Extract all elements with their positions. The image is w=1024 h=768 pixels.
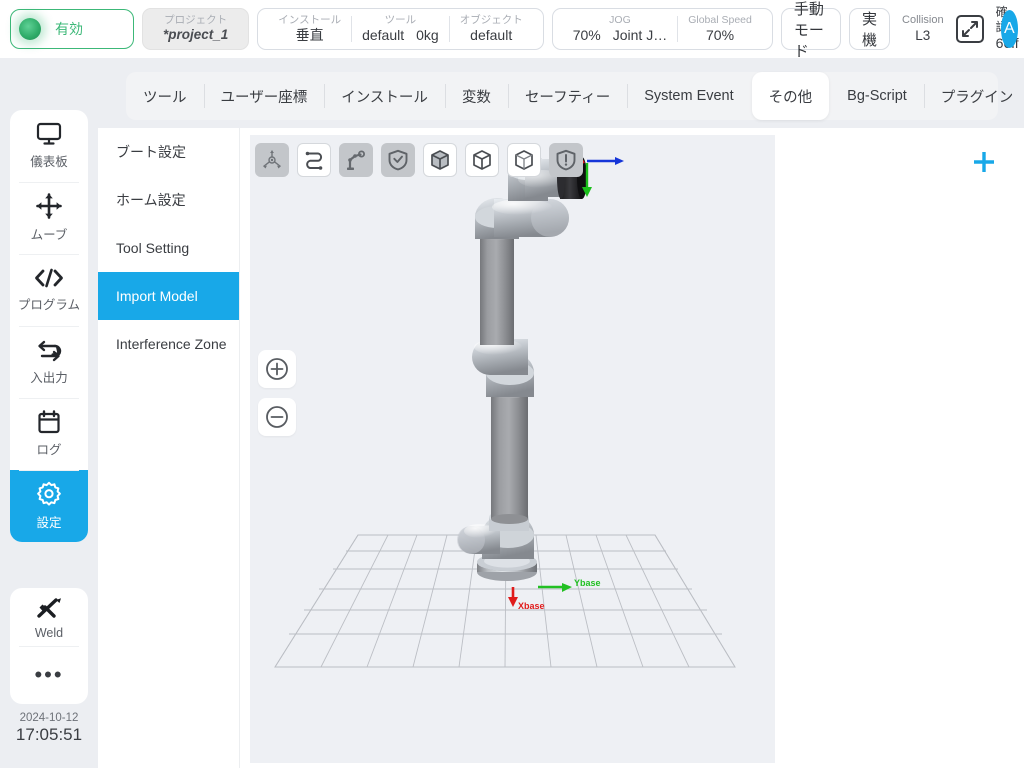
global-speed-value: 70% [706, 26, 735, 43]
add-model-button[interactable] [964, 142, 1004, 182]
axes-tripod-icon[interactable] [255, 143, 289, 177]
sidebar-item-more[interactable]: ••• [10, 646, 88, 704]
tab-tool[interactable]: ツール [126, 72, 204, 120]
io-swap-icon [36, 338, 62, 362]
gear-icon [36, 481, 62, 507]
global-speed-caption: Global Speed [688, 13, 752, 26]
tab-plugin[interactable]: プラグイン [923, 72, 1024, 120]
y-base-label: Ybase [574, 578, 601, 588]
weld-torch-icon [34, 595, 64, 621]
sidebar-item-label: 設定 [36, 516, 62, 530]
settings-subnav: ブート設定 ホーム設定 Tool Setting Import Model In… [98, 128, 240, 768]
tool-payload: 0kg [416, 26, 439, 43]
robot-3d-scene: Ybase Xbase [274, 149, 736, 668]
trajectory-path-icon[interactable] [297, 143, 331, 177]
clock-date: 2024-10-12 [19, 712, 79, 724]
project-chip[interactable]: プロジェクト *project_1 [142, 8, 250, 50]
real-machine-button[interactable]: 実機 [849, 8, 891, 50]
top-status-bar: 有効 プロジェクト *project_1 インストール 垂直 ツール defau… [0, 0, 1024, 60]
viewer-zoom-controls [258, 350, 296, 436]
content-panel: ブート設定 ホーム設定 Tool Setting Import Model In… [98, 128, 1024, 768]
sidebar-item-move[interactable]: ムーブ [10, 182, 88, 254]
robot-status-pill[interactable]: 有効 [10, 9, 134, 49]
tab-other[interactable]: その他 [751, 72, 830, 120]
zoom-in-icon[interactable] [258, 350, 296, 388]
cube-outline-icon[interactable] [507, 143, 541, 177]
project-caption: プロジェクト [164, 14, 228, 26]
sidebar-item-label: ログ [36, 443, 62, 457]
object-value: default [470, 26, 513, 43]
tab-variables[interactable]: 変数 [444, 72, 508, 120]
viewer-toolbar [255, 143, 583, 177]
tool-value: default [362, 26, 405, 43]
sidebar-item-io[interactable]: 入出力 [10, 326, 88, 398]
move-arrows-icon [36, 193, 62, 219]
install-caption: インストール [278, 13, 342, 26]
jog-caption: JOG [609, 13, 631, 26]
monitor-icon [36, 122, 62, 146]
clock: 2024-10-12 17:05:51 [10, 712, 88, 745]
collision-value: L3 [915, 28, 931, 44]
sidebar-item-label: 儀表板 [30, 155, 68, 169]
cube-shaded-icon[interactable] [423, 143, 457, 177]
x-base-label: Xbase [518, 601, 545, 611]
plus-icon [974, 152, 994, 172]
subnav-item-home-settings[interactable]: ホーム設定 [98, 176, 239, 224]
shield-check-icon[interactable] [381, 143, 415, 177]
more-icon: ••• [34, 662, 64, 687]
subnav-item-import-model[interactable]: Import Model [98, 272, 239, 320]
object-caption: オブジェクト [459, 13, 523, 26]
collision-caption: Collision [902, 14, 944, 27]
calendar-icon [37, 410, 61, 434]
expand-icon[interactable] [955, 15, 984, 43]
collision-indicator: Collision L3 [898, 13, 948, 45]
robot-arm-model [457, 154, 587, 581]
install-value: 垂直 [295, 26, 324, 43]
subnav-item-interference-zone[interactable]: Interference Zone [98, 320, 239, 368]
manual-mode-button[interactable]: 手動モード [780, 1, 841, 60]
model-3d-viewport[interactable]: Ybase Xbase [250, 135, 775, 763]
robot-arm-icon[interactable] [339, 143, 373, 177]
app-root: 有効 プロジェクト *project_1 インストール 垂直 ツール defau… [0, 0, 1024, 768]
install-tool-object-chip[interactable]: インストール 垂直 ツール default 0kg オブジェクト default [257, 8, 544, 50]
tool-caption: ツール [384, 13, 417, 26]
avatar[interactable]: A [1000, 10, 1018, 48]
main-sidebar: 儀表板 ムーブ プログラム 入出力 ログ 設定 [10, 110, 88, 542]
tab-system-event[interactable]: System Event [627, 72, 750, 120]
sidebar-item-label: ムーブ [30, 228, 68, 242]
sidebar-item-settings[interactable]: 設定 [10, 470, 88, 542]
jog-mode-value: Joint J… [612, 26, 668, 43]
zoom-out-icon[interactable] [258, 398, 296, 436]
project-name: *project_1 [163, 27, 229, 43]
shield-warning-icon[interactable] [549, 143, 583, 177]
base-axis-frame: Ybase Xbase [508, 578, 601, 611]
sidebar-item-label: 入出力 [30, 371, 68, 385]
sidebar-item-label: プログラム [17, 298, 81, 312]
settings-tab-bar: ツール ユーザー座標 インストール 変数 セーフティー System Event… [126, 72, 1013, 120]
secondary-sidebar: Weld ••• [10, 588, 88, 704]
tab-user-coord[interactable]: ユーザー座標 [203, 72, 325, 120]
sidebar-item-log[interactable]: ログ [10, 398, 88, 470]
jog-speed-chip[interactable]: JOG 70% Joint J… Global Speed 70% [551, 8, 773, 50]
cube-wireframe-icon[interactable] [465, 143, 499, 177]
sidebar-item-label: Weld [34, 625, 64, 640]
clock-time: 17:05:51 [15, 725, 83, 744]
tab-install[interactable]: インストール [324, 72, 445, 120]
sidebar-item-dashboard[interactable]: 儀表板 [10, 110, 88, 182]
jog-speed-value: 70% [572, 26, 601, 43]
status-dot-icon [19, 18, 41, 40]
sidebar-item-program[interactable]: プログラム [10, 254, 88, 326]
subnav-item-boot-settings[interactable]: ブート設定 [98, 128, 239, 176]
tab-safety[interactable]: セーフティー [507, 72, 627, 120]
tab-bg-script[interactable]: Bg-Script [830, 72, 924, 120]
subnav-item-tool-setting[interactable]: Tool Setting [98, 224, 239, 272]
status-label: 有効 [55, 21, 83, 37]
sidebar-item-weld[interactable]: Weld [10, 588, 88, 646]
code-icon [34, 267, 64, 289]
